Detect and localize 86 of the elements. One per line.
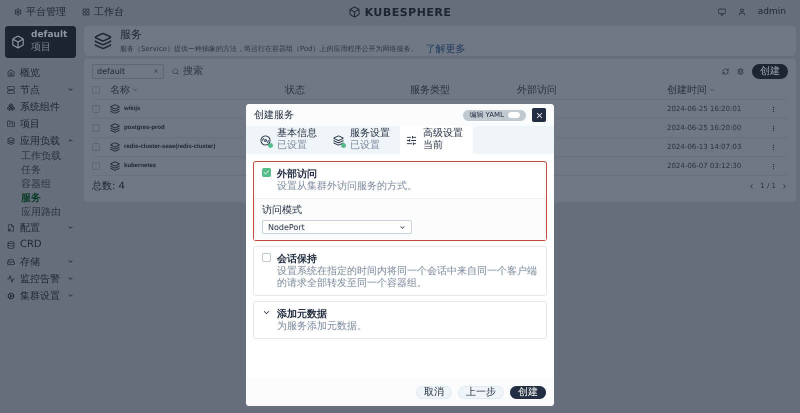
sidebar-subitem[interactable]: 服务 bbox=[5, 191, 76, 205]
sidebar-subitem[interactable]: 任务 bbox=[5, 163, 76, 177]
file-gear-icon bbox=[7, 224, 15, 232]
folder-icon bbox=[7, 120, 15, 128]
learn-more-link[interactable]: 了解更多 bbox=[426, 42, 466, 56]
section-description: 设置从集群外访问服务的方式。 bbox=[277, 181, 417, 193]
workspace-card[interactable]: default 项目 bbox=[5, 26, 76, 58]
sidebar-item[interactable]: CRD bbox=[5, 236, 76, 253]
boxes-icon bbox=[7, 102, 15, 110]
top-nav-link[interactable]: 平台管理 bbox=[14, 5, 66, 19]
close-icon bbox=[534, 110, 544, 120]
sort-icon[interactable] bbox=[709, 87, 715, 93]
project-filter[interactable]: default bbox=[92, 64, 164, 78]
sliders-icon bbox=[406, 134, 417, 146]
sidebar-item[interactable]: 节点 bbox=[5, 81, 76, 98]
top-nav-link[interactable]: 工作台 bbox=[82, 5, 124, 19]
section-title: 添加元数据 bbox=[277, 308, 328, 320]
gear-icon bbox=[7, 292, 15, 300]
layers-icon bbox=[110, 104, 120, 114]
sidebar-subitem[interactable]: 应用路由 bbox=[5, 205, 76, 219]
workspace-icon bbox=[11, 35, 25, 49]
section-description: 为服务添加元数据。 bbox=[277, 321, 367, 333]
column-header[interactable]: 创建时间 bbox=[667, 83, 770, 97]
chevron-down-icon[interactable] bbox=[262, 308, 271, 317]
layers-icon bbox=[333, 134, 344, 146]
chevron-down-icon bbox=[399, 224, 406, 230]
next-page-icon[interactable] bbox=[781, 182, 788, 190]
page-title: 服务 bbox=[120, 26, 143, 42]
sidebar-subitem[interactable]: 容器组 bbox=[5, 177, 76, 191]
step-tab[interactable]: 基本信息 已设置 bbox=[254, 126, 327, 154]
column-header: 服务类型 bbox=[410, 84, 451, 97]
workspace-name: default bbox=[31, 30, 68, 40]
sidebar-item[interactable]: 集群设置 bbox=[5, 287, 76, 304]
section-description: 设置系统在指定的时间内将同一个会话中来自同一个客户端的请求全部转发至同一个容器组。 bbox=[277, 266, 538, 290]
dialog-button[interactable]: 取消 bbox=[416, 386, 452, 398]
dialog-button[interactable]: 创建 bbox=[510, 386, 546, 398]
section-title: 会话保持 bbox=[277, 252, 318, 266]
create-button[interactable]: 创建 bbox=[752, 64, 788, 78]
layers-icon bbox=[110, 142, 120, 152]
checkbox[interactable] bbox=[262, 168, 271, 177]
layers-icon bbox=[110, 161, 120, 171]
access-mode-select[interactable]: NodePort bbox=[262, 220, 412, 234]
gear-icon bbox=[14, 8, 22, 16]
pulse-icon bbox=[7, 274, 15, 282]
sidebar-item[interactable]: 应用负载 bbox=[5, 132, 76, 149]
disc-icon bbox=[260, 134, 271, 146]
monitor-icon[interactable] bbox=[718, 8, 726, 16]
settings-icon[interactable] bbox=[737, 68, 744, 74]
section-title: 外部访问 bbox=[277, 167, 318, 180]
dialog-button[interactable]: 上一步 bbox=[458, 386, 504, 398]
layers-icon bbox=[110, 123, 120, 133]
sidebar-item[interactable]: 存储 bbox=[5, 253, 76, 270]
logo-text: KUBESPHERE bbox=[364, 6, 452, 18]
step-tab[interactable]: 服务设置 已设置 bbox=[327, 126, 400, 154]
user-name[interactable]: admin bbox=[758, 7, 786, 17]
field-label: 访问模式 bbox=[262, 204, 303, 217]
grid-icon bbox=[82, 8, 90, 16]
checkbox[interactable] bbox=[262, 253, 271, 262]
column-header[interactable]: 名称 bbox=[110, 83, 285, 97]
sidebar-item[interactable]: 配置 bbox=[5, 219, 76, 236]
user-icon[interactable] bbox=[738, 8, 746, 16]
layers-icon bbox=[7, 136, 15, 144]
previous-page-icon[interactable] bbox=[748, 182, 756, 190]
server-icon bbox=[7, 86, 15, 94]
database-icon bbox=[7, 240, 15, 248]
dialog-title: 创建服务 bbox=[254, 108, 294, 122]
total-count: 总数: 4 bbox=[92, 180, 125, 193]
search-icon bbox=[172, 68, 179, 74]
column-header: 外部访问 bbox=[517, 84, 558, 97]
logo-icon bbox=[348, 6, 361, 18]
sidebar-item[interactable]: 概览 bbox=[5, 64, 76, 81]
step-tab[interactable]: 高级设置 当前 bbox=[400, 126, 473, 154]
sidebar-item[interactable]: 项目 bbox=[5, 115, 76, 132]
drive-icon bbox=[7, 258, 15, 266]
clear-icon[interactable] bbox=[153, 68, 159, 74]
refresh-icon[interactable] bbox=[722, 68, 729, 74]
home-icon bbox=[7, 68, 15, 76]
sort-icon[interactable] bbox=[132, 87, 138, 93]
column-header: 状态 bbox=[285, 84, 306, 97]
sidebar-item[interactable]: 监控告警 bbox=[5, 270, 76, 287]
close-button[interactable] bbox=[532, 108, 546, 122]
workspace-type: 项目 bbox=[31, 41, 52, 54]
sidebar-subitem[interactable]: 工作负载 bbox=[5, 149, 76, 163]
layers-icon bbox=[94, 32, 112, 50]
search-field[interactable]: 搜索 bbox=[172, 64, 714, 78]
sidebar-item[interactable]: 系统组件 bbox=[5, 98, 76, 115]
